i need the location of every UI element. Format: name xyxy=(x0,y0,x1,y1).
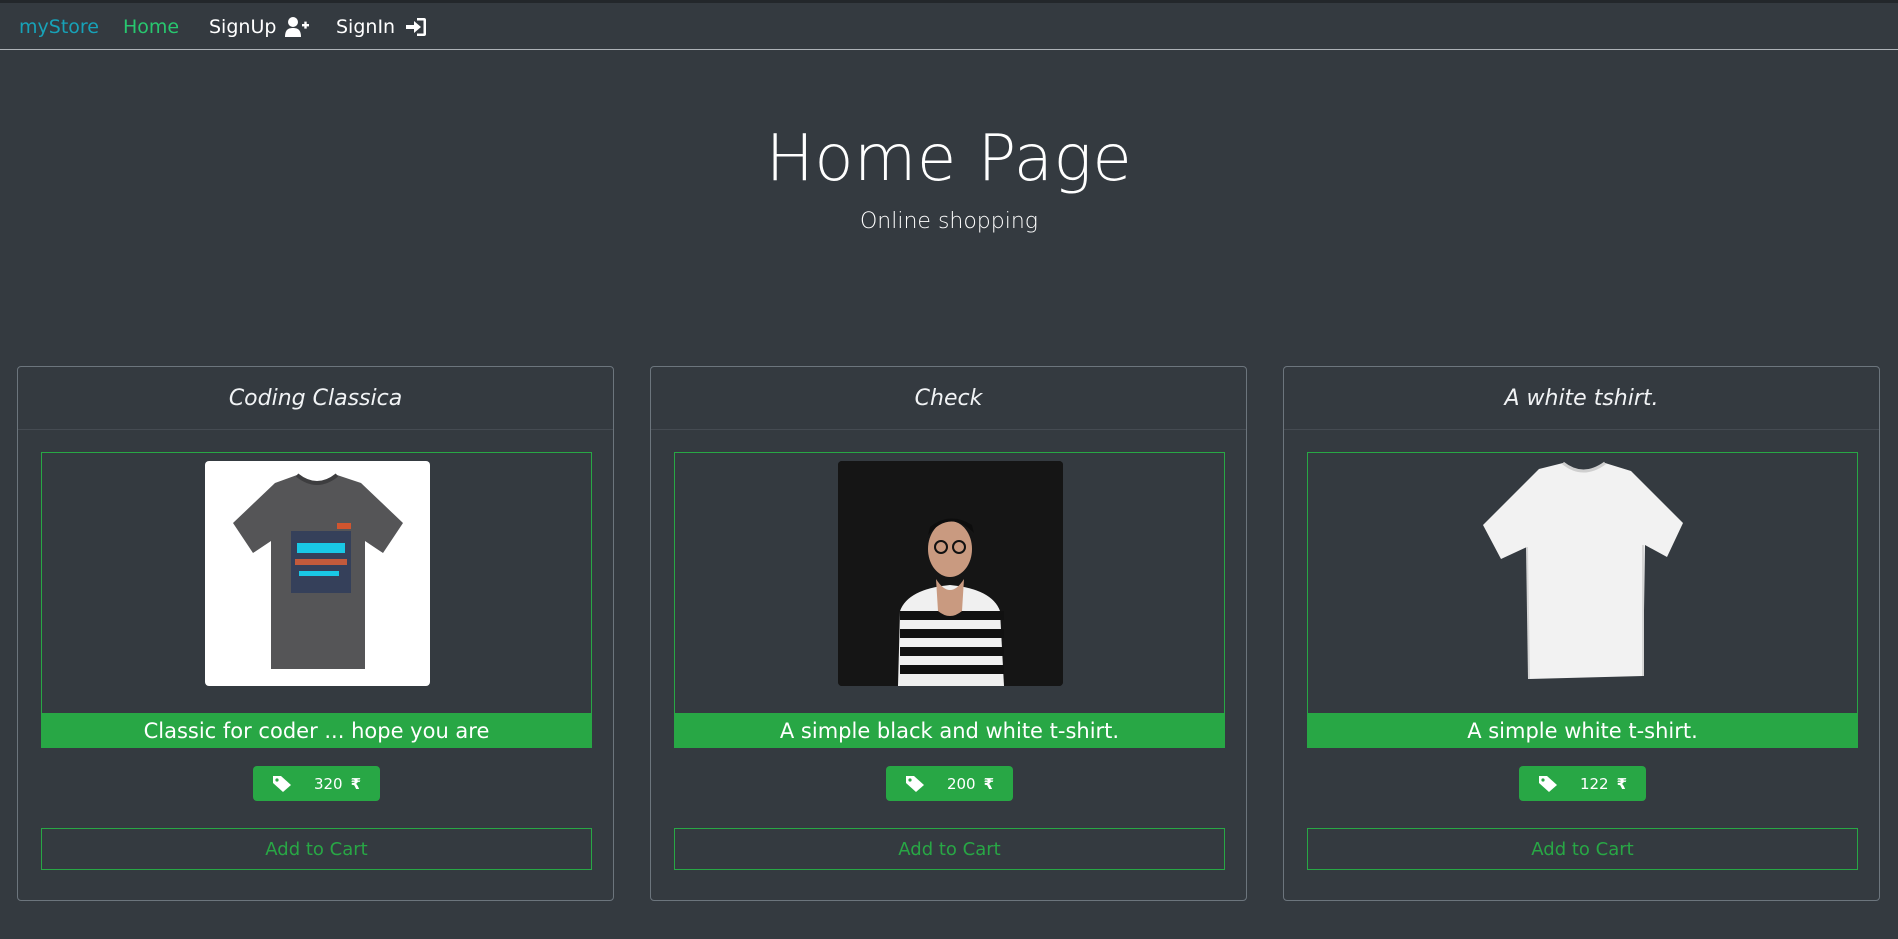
rupee-icon: ₹ xyxy=(1616,774,1628,793)
product-description: Classic for coder ... hope you are xyxy=(41,714,592,748)
signup-label: SignUp xyxy=(209,16,277,38)
signin-label: SignIn xyxy=(336,16,396,38)
price-value: 200 xyxy=(946,774,976,793)
price-badge: 320 ₹ xyxy=(253,766,380,801)
price-value: 122 xyxy=(1579,774,1609,793)
tag-icon xyxy=(1538,775,1557,792)
product-description: A simple white t-shirt. xyxy=(1307,714,1858,748)
product-image-frame xyxy=(41,452,592,714)
user-plus-icon xyxy=(285,17,310,37)
page-title: Home Page xyxy=(765,122,1133,196)
product-card: Coding Classica Classic for coder ... ho… xyxy=(17,366,614,901)
product-title: Coding Classica xyxy=(18,367,613,430)
tag-icon xyxy=(272,775,291,792)
rupee-icon: ₹ xyxy=(350,774,362,793)
page-subtitle: Online shopping xyxy=(859,209,1038,234)
product-title: A white tshirt. xyxy=(1284,367,1879,430)
price-badge: 200 ₹ xyxy=(886,766,1013,801)
nav-signin-link[interactable]: SignIn xyxy=(336,16,428,38)
product-card: Check A simple black and white t-shirt. … xyxy=(650,366,1247,901)
product-title: Check xyxy=(651,367,1246,430)
sign-in-icon xyxy=(406,18,427,36)
add-to-cart-button[interactable]: Add to Cart xyxy=(1307,828,1858,870)
navbar: myStore Home SignUp SignIn xyxy=(0,0,1898,50)
rupee-icon: ₹ xyxy=(983,774,995,793)
nav-home-link[interactable]: Home xyxy=(123,16,179,38)
tag-icon xyxy=(905,775,924,792)
product-description: A simple black and white t-shirt. xyxy=(674,714,1225,748)
product-image-frame xyxy=(1307,452,1858,714)
product-image-frame xyxy=(674,452,1225,714)
price-value: 320 xyxy=(313,774,343,793)
brand-link[interactable]: myStore xyxy=(19,16,99,38)
nav-signup-link[interactable]: SignUp xyxy=(209,16,310,38)
price-badge: 122 ₹ xyxy=(1519,766,1646,801)
white-tshirt-image xyxy=(1471,461,1696,686)
grey-tshirt-image xyxy=(205,461,430,686)
man-striped-tshirt-photo xyxy=(838,461,1063,686)
product-card: A white tshirt. A simple white t-shirt. … xyxy=(1283,366,1880,901)
add-to-cart-button[interactable]: Add to Cart xyxy=(41,828,592,870)
add-to-cart-button[interactable]: Add to Cart xyxy=(674,828,1225,870)
